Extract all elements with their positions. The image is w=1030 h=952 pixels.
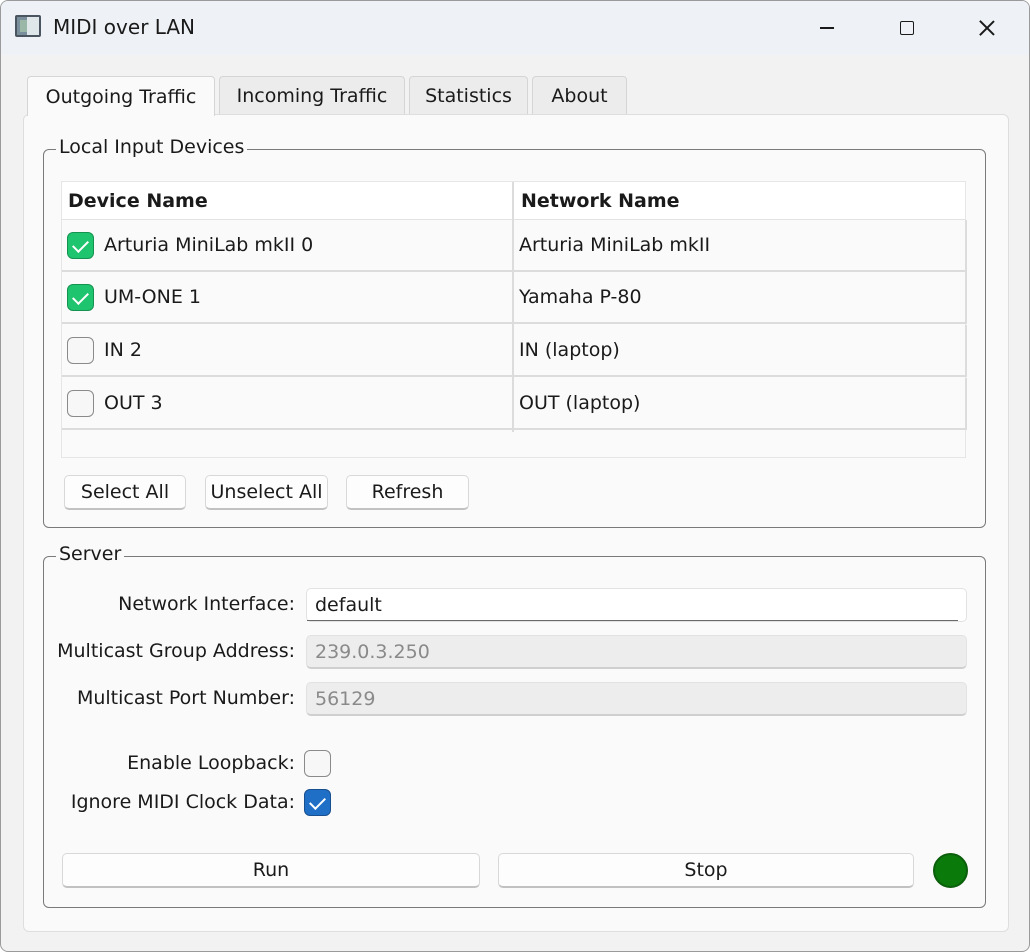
group-title: Server <box>56 543 125 565</box>
local-input-devices-group: Local Input Devices Device Name Network … <box>43 136 986 528</box>
network-name-cell[interactable]: IN (laptop) <box>519 339 620 361</box>
ignore-midi-clock-checkbox[interactable] <box>304 789 331 816</box>
row-edge <box>965 378 967 430</box>
ignore-midi-clock-label: Ignore MIDI Clock Data: <box>70 791 295 813</box>
app-window: MIDI over LAN Outgoing Traffic Incoming … <box>0 0 1030 952</box>
device-checkbox[interactable] <box>67 284 94 311</box>
table-row[interactable]: IN 2 IN (laptop) <box>62 325 967 377</box>
multicast-port-label: Multicast Port Number: <box>76 687 295 709</box>
table-row[interactable]: OUT 3 OUT (laptop) <box>62 378 967 430</box>
run-button[interactable]: Run <box>62 853 480 888</box>
device-name-cell[interactable]: OUT 3 <box>104 392 163 414</box>
close-icon <box>978 19 996 37</box>
row-edge <box>965 220 967 272</box>
multicast-group-field: 239.0.3.250 <box>306 635 967 669</box>
table-row[interactable]: UM-ONE 1 Yamaha P-80 <box>62 272 967 324</box>
network-name-cell[interactable]: OUT (laptop) <box>519 392 640 414</box>
device-name-cell[interactable]: Arturia MiniLab mkII 0 <box>104 234 313 256</box>
title-bar[interactable]: MIDI over LAN <box>1 1 1029 55</box>
tab-statistics[interactable]: Statistics <box>409 76 528 114</box>
network-name-cell[interactable]: Yamaha P-80 <box>519 286 642 308</box>
maximize-button[interactable] <box>867 1 947 55</box>
tab-about[interactable]: About <box>532 76 627 114</box>
enable-loopback-checkbox[interactable] <box>304 750 331 777</box>
network-name-cell[interactable]: Arturia MiniLab mkII <box>519 234 710 256</box>
device-checkbox[interactable] <box>67 337 94 364</box>
minimize-icon <box>820 27 834 29</box>
app-icon <box>15 15 41 37</box>
multicast-group-label: Multicast Group Address: <box>57 640 295 662</box>
row-edge <box>965 325 967 377</box>
refresh-button[interactable]: Refresh <box>346 475 469 510</box>
column-header-device-name[interactable]: Device Name <box>68 182 208 220</box>
table-row[interactable]: Arturia MiniLab mkII 0 Arturia MiniLab m… <box>62 220 967 272</box>
window-title: MIDI over LAN <box>53 15 196 39</box>
stop-button[interactable]: Stop <box>498 853 914 888</box>
network-interface-label: Network Interface: <box>118 593 295 615</box>
server-group: Server Network Interface: default Multic… <box>43 543 986 908</box>
enable-loopback-label: Enable Loopback: <box>127 752 295 774</box>
close-button[interactable] <box>947 1 1027 55</box>
device-checkbox[interactable] <box>67 232 94 259</box>
multicast-port-field: 56129 <box>306 682 967 716</box>
network-interface-field[interactable]: default <box>306 588 967 622</box>
minimize-button[interactable] <box>787 1 867 55</box>
row-edge <box>965 272 967 324</box>
device-name-cell[interactable]: IN 2 <box>104 339 142 361</box>
unselect-all-button[interactable]: Unselect All <box>205 475 328 510</box>
tab-panel-outgoing: Local Input Devices Device Name Network … <box>23 114 1009 932</box>
device-name-cell[interactable]: UM-ONE 1 <box>104 286 201 308</box>
select-all-button[interactable]: Select All <box>64 475 186 510</box>
column-header-network-name[interactable]: Network Name <box>521 182 680 220</box>
group-title: Local Input Devices <box>56 136 248 158</box>
tab-outgoing-traffic[interactable]: Outgoing Traffic <box>27 76 215 116</box>
device-table: Device Name Network Name Arturia MiniLab… <box>61 181 967 458</box>
device-checkbox[interactable] <box>67 390 94 417</box>
status-indicator <box>933 853 968 888</box>
tab-incoming-traffic[interactable]: Incoming Traffic <box>219 76 405 114</box>
maximize-icon <box>900 21 914 35</box>
